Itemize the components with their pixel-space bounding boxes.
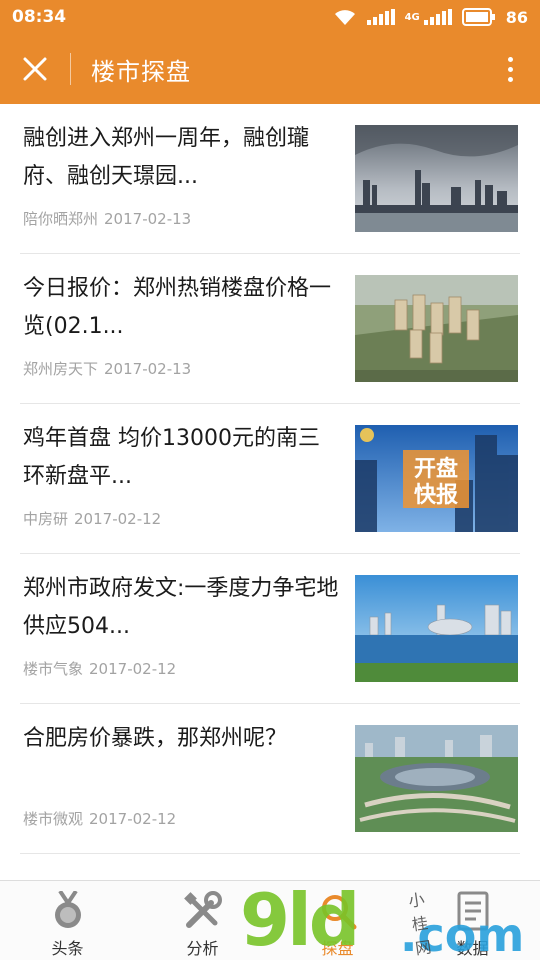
article-title: 合肥房价暴跌，那郑州呢？ xyxy=(23,726,288,751)
article-source: 中房研 xyxy=(23,510,69,528)
article-thumbnail xyxy=(355,125,518,232)
article-meta: 中房研 2017-02-12 xyxy=(23,508,161,529)
article-source: 陪你晒郑州 xyxy=(23,210,99,228)
article-item[interactable]: 合肥房价暴跌，那郑州呢？ 楼市微观 2017-02-12 xyxy=(20,704,520,854)
network-type-label: 4G xyxy=(404,11,420,23)
signal-icon-2 xyxy=(423,9,452,25)
tab-headlines[interactable]: 头条 xyxy=(0,881,135,960)
article-meta: 郑州房天下 2017-02-13 xyxy=(23,358,191,379)
article-title: 鸡年首盘 均价13000元的南三环新盘平... xyxy=(23,426,320,489)
article-item[interactable]: 郑州市政府发文:一季度力争宅地供应504... 楼市气象 2017-02-12 xyxy=(20,554,520,704)
article-title: 融创进入郑州一周年，融创瓏府、融创天璟园... xyxy=(23,126,310,189)
status-time: 08:34 xyxy=(12,7,67,27)
tab-analysis[interactable]: 分析 xyxy=(135,881,270,960)
article-item[interactable]: 鸡年首盘 均价13000元的南三环新盘平... 中房研 2017-02-12 开盘… xyxy=(20,404,520,554)
article-thumbnail: 开盘 快报 xyxy=(355,425,518,532)
article-source: 楼市气象 xyxy=(23,660,84,678)
article-title: 今日报价：郑州热销楼盘价格一览(02.1... xyxy=(23,276,332,339)
more-icon xyxy=(507,56,513,62)
article-thumbnail xyxy=(355,725,518,832)
document-icon xyxy=(451,889,495,933)
article-date: 2017-02-13 xyxy=(104,360,192,378)
article-thumbnail xyxy=(355,575,518,682)
thumb-text-line1: 开盘 xyxy=(414,456,458,482)
close-button[interactable] xyxy=(0,34,70,104)
article-meta: 陪你晒郑州 2017-02-13 xyxy=(23,208,191,229)
tab-label: 分析 xyxy=(186,939,219,958)
tab-label: 探盘 xyxy=(321,939,354,958)
wifi-icon xyxy=(333,8,357,26)
app-bar-divider xyxy=(70,53,71,85)
article-date: 2017-02-12 xyxy=(89,660,177,678)
tab-label: 头条 xyxy=(51,939,84,958)
thumb-text-line2: 快报 xyxy=(414,483,458,508)
battery-level: 86 xyxy=(505,7,528,27)
close-icon xyxy=(23,57,47,81)
more-icon-dot xyxy=(507,76,513,82)
article-item[interactable]: 今日报价：郑州热销楼盘价格一览(02.1... 郑州房天下 2017-02-13 xyxy=(20,254,520,404)
tab-label: 数据 xyxy=(456,939,489,958)
article-item-partial[interactable] xyxy=(20,854,520,880)
article-list: 融创进入郑州一周年，融创瓏府、融创天璟园... 陪你晒郑州 2017-02-13 xyxy=(0,104,540,880)
article-date: 2017-02-13 xyxy=(104,210,192,228)
article-meta: 楼市微观 2017-02-12 xyxy=(23,808,176,829)
more-options-button[interactable] xyxy=(480,34,540,104)
status-bar: 08:34 4G 86 xyxy=(0,0,540,34)
battery-icon xyxy=(461,8,496,26)
article-item[interactable]: 融创进入郑州一周年，融创瓏府、融创天璟园... 陪你晒郑州 2017-02-13 xyxy=(20,104,520,254)
article-source: 楼市微观 xyxy=(23,810,84,828)
article-source: 郑州房天下 xyxy=(23,360,99,378)
tools-icon xyxy=(181,889,225,933)
signal-icon xyxy=(366,9,395,25)
page-title: 楼市探盘 xyxy=(91,57,191,86)
app-bar: 楼市探盘 xyxy=(0,34,540,104)
article-thumbnail xyxy=(355,275,518,382)
medal-icon xyxy=(46,889,90,933)
tab-explore[interactable]: 探盘 xyxy=(270,881,405,960)
article-date: 2017-02-12 xyxy=(89,810,177,828)
article-meta: 楼市气象 2017-02-12 xyxy=(23,658,176,679)
more-icon-dot xyxy=(507,66,513,72)
article-date: 2017-02-12 xyxy=(74,510,162,528)
bottom-tab-bar: 头条 分析 探盘 数据 xyxy=(0,880,540,960)
article-title: 郑州市政府发文:一季度力争宅地供应504... xyxy=(23,576,339,639)
search-icon xyxy=(316,889,360,933)
tab-data[interactable]: 数据 xyxy=(405,881,540,960)
status-icons: 4G 86 xyxy=(333,8,528,27)
